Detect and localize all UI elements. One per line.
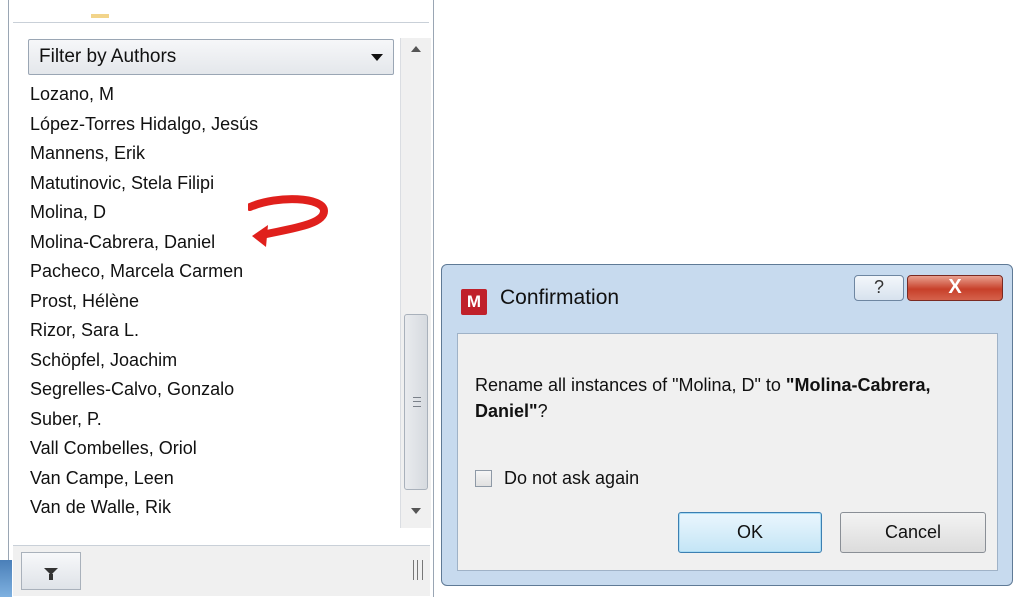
do-not-ask-again-checkbox-row[interactable]: Do not ask again [475,468,639,489]
list-item[interactable]: López-Torres Hidalgo, Jesús [30,110,400,140]
checkbox-label: Do not ask again [504,468,640,488]
list-item[interactable]: Molina-Cabrera, Daniel [30,228,400,258]
filter-select-label: Filter by Authors [39,46,177,67]
list-item[interactable]: Van de Walle, Rik [30,493,400,523]
scrollbar-thumb[interactable] [404,314,428,490]
close-button[interactable]: X [907,275,1003,301]
folder-icon [91,14,109,18]
message-text: Rename all instances of "Molina, D" to [475,375,786,395]
filter-button[interactable] [21,552,81,590]
arrow-head [252,225,268,247]
dialog-body: Rename all instances of "Molina, D" to "… [457,333,998,571]
red-arrow-annotation [248,195,328,247]
vertical-scrollbar[interactable] [400,38,431,528]
list-item[interactable]: Lozano, M [30,80,400,110]
list-item[interactable]: Vall Combelles, Oriol [30,434,400,464]
arrow-down-icon[interactable] [411,508,421,514]
panel-top-strip [13,0,429,23]
grip-icon [413,397,421,407]
list-item[interactable]: Prost, Hélène [30,287,400,317]
author-filter-panel: Filter by Authors Lozano, M López-Torres… [0,0,434,597]
list-item[interactable]: Matutinovic, Stela Filipi [30,169,400,199]
list-item[interactable]: Rizor, Sara L. [30,316,400,346]
list-item[interactable]: Mannens, Erik [30,139,400,169]
arrow-curve [248,195,328,239]
filter-by-authors-select[interactable]: Filter by Authors [28,39,394,75]
chevron-down-icon [371,53,383,61]
list-item[interactable]: Schöpfel, Joachim [30,346,400,376]
dialog-title: Confirmation [500,286,620,309]
message-end: ? [537,401,548,421]
arrow-up-icon[interactable] [411,46,421,52]
list-item[interactable]: Van Campe, Leen [30,464,400,494]
list-item[interactable]: Segrelles-Calvo, Gonzalo [30,375,400,405]
author-list: Lozano, M López-Torres Hidalgo, Jesús Ma… [30,80,400,523]
horizontal-scroll-grip[interactable] [413,560,423,580]
app-logo-icon: M [461,289,487,315]
list-item[interactable]: Molina, D [30,198,400,228]
panel-bottom-bar [13,545,430,596]
list-item[interactable]: Suber, P. [30,405,400,435]
funnel-icon [44,567,58,580]
dialog-title-bar[interactable]: M Confirmation ? X [442,265,1012,333]
confirmation-dialog: M Confirmation ? X Rename all instances … [441,264,1013,586]
cancel-button[interactable]: Cancel [840,512,986,553]
help-button[interactable]: ? [854,275,904,301]
confirmation-message: Rename all instances of "Molina, D" to "… [475,372,995,424]
do-not-ask-again-checkbox[interactable] [475,470,492,487]
list-item[interactable]: Pacheco, Marcela Carmen [30,257,400,287]
ok-button[interactable]: OK [678,512,822,553]
taskbar-edge [0,560,12,597]
